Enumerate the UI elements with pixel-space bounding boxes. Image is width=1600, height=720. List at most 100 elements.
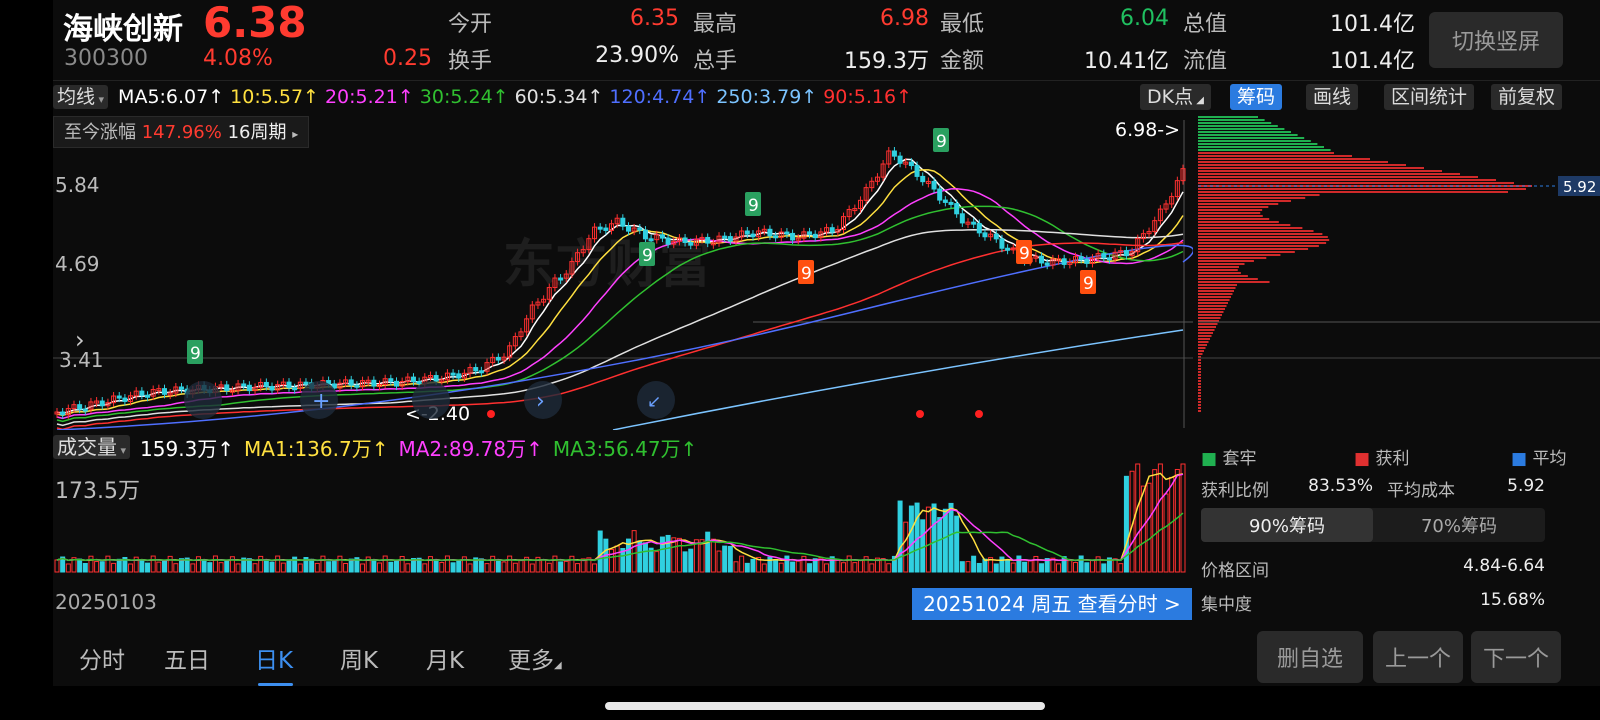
home-indicator[interactable] [605,702,1045,710]
candle-body [1039,255,1045,264]
chevron-right-icon: › [536,389,545,414]
dk-point-button[interactable]: DK点 ◢ [1140,84,1211,110]
chip-bar [1198,131,1291,133]
volume-bar [427,556,433,573]
concentration-label: 集中度 [1201,595,1252,615]
tab-weekly-k[interactable]: 周K [340,641,378,675]
switch-portrait-button[interactable]: 切换竖屏 [1429,12,1563,68]
view-intraday-tip[interactable]: 20251024 周五 查看分时 > [912,588,1192,620]
tab-more[interactable]: 更多◢ [508,641,562,675]
chip-bar [1198,140,1311,142]
signal-text: 9 [801,264,812,284]
ma-selector[interactable]: 均线 ▾ [53,85,109,109]
chip-bar [1198,311,1224,313]
volume-bar [224,559,230,573]
volume-bar [846,555,852,573]
tab-daily-k[interactable]: 日K [255,641,293,675]
volume-bar [422,563,428,573]
candle-body [648,238,654,242]
chips-button[interactable]: 筹码 [1230,84,1283,110]
volume-bar [959,561,965,573]
volume-bar [195,556,201,573]
avg-cost-label: 5.92 [1563,178,1596,196]
volume-bar [1174,468,1180,573]
volume-bar [167,555,173,573]
forward-adjust-button[interactable]: 前复权 [1491,84,1563,110]
chip-bar [1198,272,1241,274]
active-tab-indicator [258,683,293,686]
volume-bar [1157,463,1163,573]
previous-stock-button[interactable]: 上一个 [1373,631,1463,683]
candle-body [60,411,66,416]
volume-bar [433,560,439,573]
chip-bar [1198,194,1320,196]
expand-left-icon[interactable]: › [75,326,85,354]
volume-bar [971,555,977,573]
tab-monthly-k[interactable]: 月K [426,641,464,675]
candle-body [478,370,484,374]
volume-bar [857,560,863,573]
zoom-out-icon[interactable] [412,381,450,419]
volume-bar [258,555,264,573]
draw-line-button[interactable]: 画线 [1306,84,1359,110]
candle-body [450,372,456,376]
quote-label-open: 今开 [448,12,493,37]
quote-label-total-value: 总值 [1183,12,1228,37]
candle-body [705,236,711,244]
price-chart[interactable]: 东方财富 9999999 5.84 4.69 3.41 6.98-> <-2.4… [53,112,1193,430]
volume-bar [801,555,807,573]
chip-bar [1198,236,1328,238]
volume-bar [1163,493,1169,573]
plus-icon: + [312,389,330,414]
next-stock-button[interactable]: 下一个 [1471,631,1561,683]
ma60-value: 60:5.34↑ [514,86,604,108]
candle-body [456,373,462,379]
range-stats-button[interactable]: 区间统计 [1384,84,1475,110]
event-dot [916,410,924,418]
volume-chart[interactable]: 173.5万 [53,462,1193,586]
tab-70-chips[interactable]: 70%筹码 [1373,508,1545,542]
chip-bar [1198,182,1514,184]
candle-body [744,230,750,235]
volume-bar [1089,559,1095,573]
candle-body [1061,258,1067,265]
price-range-label: 价格区间 [1201,561,1269,581]
chip-bar [1198,155,1352,157]
volume-bar [1056,563,1062,573]
chip-bars [1198,116,1532,412]
candle-body [558,277,564,281]
volume-bar [65,563,71,573]
chip-bar [1198,164,1406,166]
candle-body [416,381,422,385]
corner-triangle-icon: ◢ [554,660,562,671]
chip-bar [1198,215,1263,217]
chevron-down-icon: ▾ [95,93,105,106]
volume-bar [162,560,168,573]
candle-body [495,356,501,361]
square-icon: ■ [1511,449,1528,469]
signal-text: 9 [190,344,201,364]
chip-bar [1198,299,1230,301]
overlay-circle[interactable] [184,381,222,419]
chip-bar [1198,374,1201,376]
candle-body [942,199,948,203]
candle-body [891,150,897,157]
signal-text: 9 [642,246,653,266]
tab-90-chips[interactable]: 90%筹码 [1201,508,1373,542]
high-marker: 6.98-> [1115,119,1180,141]
volume-bar [201,559,207,573]
candle-body [908,161,914,167]
volume-selector[interactable]: 成交量 ▾ [53,435,131,459]
chip-bar [1198,293,1233,295]
tab-five-day[interactable]: 五日 [164,641,210,675]
tab-intraday[interactable]: 分时 [79,641,125,675]
remove-watchlist-button[interactable]: 删自选 [1257,631,1363,683]
volume-bar [852,562,858,573]
chip-bar [1198,161,1388,163]
volume-bar [456,559,462,573]
volume-bar [490,555,496,573]
volume-bar [739,555,745,573]
since-change-box[interactable]: 至今涨幅 147.96% 16周期 ▸ [53,116,310,148]
chip-bar [1198,377,1201,379]
volume-bar [145,562,151,573]
